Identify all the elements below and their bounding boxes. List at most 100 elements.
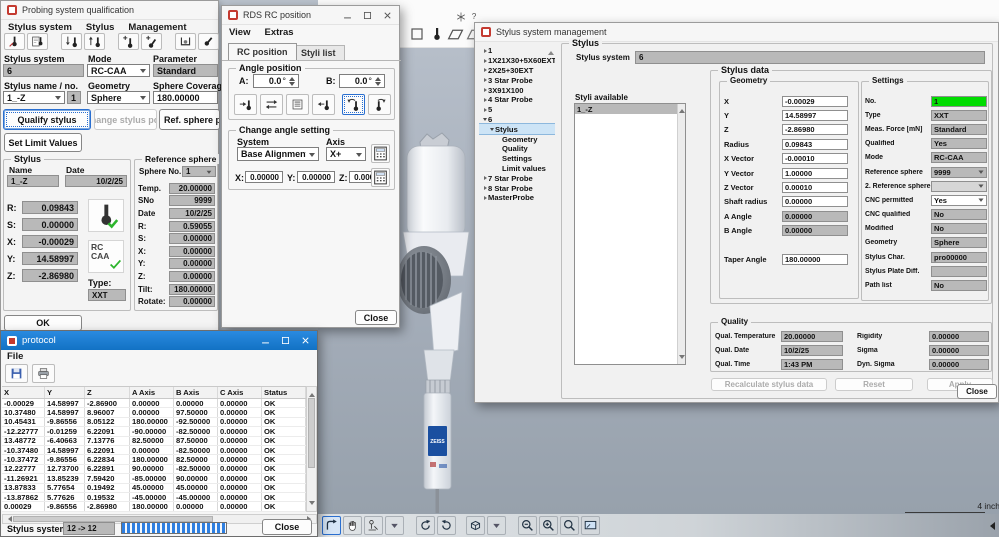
chevron-right-icon[interactable] bbox=[481, 98, 488, 102]
geometry-dropdown[interactable]: Sphere bbox=[87, 91, 150, 104]
tree-item-5[interactable]: 5 bbox=[479, 105, 555, 115]
close-button[interactable]: Close bbox=[957, 384, 997, 399]
table-row[interactable]: 13.48772-6.406637.1377682.5000087.500000… bbox=[2, 437, 306, 446]
x-field[interactable]: 0.00000 bbox=[245, 171, 283, 183]
chevron-right-icon[interactable] bbox=[481, 78, 488, 82]
spinner[interactable] bbox=[289, 74, 295, 88]
pan-button[interactable] bbox=[343, 516, 362, 535]
chevron-right-icon[interactable] bbox=[481, 108, 488, 112]
field-value[interactable]: 0.09843 bbox=[782, 139, 848, 150]
take-position-button[interactable] bbox=[312, 94, 335, 115]
tree-item-stylus[interactable]: Stylus bbox=[479, 124, 555, 134]
field-value[interactable]: -2.86980 bbox=[782, 124, 848, 135]
probe-icon[interactable] bbox=[429, 26, 445, 42]
collapse-left-icon[interactable] bbox=[986, 522, 995, 530]
asterisk-icon[interactable] bbox=[455, 11, 467, 23]
stylus-name-dropdown[interactable]: 1_-Z bbox=[3, 91, 65, 104]
tree-item-geometry[interactable]: Geometry bbox=[479, 134, 555, 144]
chevron-right-icon[interactable] bbox=[481, 176, 488, 180]
table-vscrollbar[interactable] bbox=[306, 386, 317, 512]
tree-item-limit-values[interactable]: Limit values bbox=[479, 164, 555, 174]
set-limit-values-button[interactable]: Set Limit Values bbox=[4, 133, 82, 152]
help-icon[interactable]: ? bbox=[468, 10, 480, 22]
ref-sphere-button[interactable] bbox=[175, 33, 196, 50]
chevron-down-icon[interactable] bbox=[481, 116, 488, 123]
b-angle-field[interactable]: 0.0° bbox=[339, 74, 385, 88]
tree-item-3x91x100[interactable]: 3X91X100 bbox=[479, 85, 555, 95]
column-header-b-axis[interactable]: B Axis bbox=[174, 387, 218, 398]
field-value[interactable]: 0.00000 bbox=[782, 196, 848, 207]
table-row[interactable]: 10.45431-9.865568.05122180.00000-92.5000… bbox=[2, 418, 306, 427]
titlebar[interactable]: Probing system qualification bbox=[1, 1, 218, 20]
tree-item-masterprobe[interactable]: MasterProbe bbox=[479, 193, 555, 203]
vscroll-thumb[interactable] bbox=[308, 398, 315, 468]
tree-item-settings[interactable]: Settings bbox=[479, 154, 555, 164]
qualify-stylus-button[interactable] bbox=[4, 33, 25, 50]
minimize-icon[interactable] bbox=[260, 335, 271, 346]
reset-button[interactable]: Reset bbox=[835, 378, 913, 391]
styli-available-list[interactable]: 1_-Z bbox=[574, 103, 686, 365]
menu-management[interactable]: Management bbox=[128, 22, 186, 33]
menu-extras[interactable]: Extras bbox=[264, 27, 293, 38]
chevron-right-icon[interactable] bbox=[481, 59, 488, 63]
mode-dropdown[interactable]: RC-CAA bbox=[87, 64, 150, 77]
save-button[interactable] bbox=[5, 364, 28, 383]
caret-down-button[interactable] bbox=[385, 516, 404, 535]
tree-item-1x21x30-5x60ext[interactable]: 1X21X30+5X60EXT bbox=[479, 56, 555, 66]
tree-item-quality[interactable]: Quality bbox=[479, 144, 555, 154]
table-row[interactable]: -10.37472-9.865566.22834180.0000082.5000… bbox=[2, 455, 306, 464]
menu-file[interactable]: File bbox=[7, 351, 23, 362]
scroll-left-icon[interactable] bbox=[5, 516, 12, 522]
tree-item-1[interactable]: 1 bbox=[479, 46, 555, 56]
qualify-stylus-button[interactable]: Qualify stylus bbox=[3, 109, 91, 130]
table-row[interactable]: -13.878625.776260.19532-45.00000-45.0000… bbox=[2, 493, 306, 502]
tree-item-3-star-probe[interactable]: 3 Star Probe bbox=[479, 75, 555, 85]
field-value[interactable]: 0.00010 bbox=[782, 182, 848, 193]
zoom-in-button[interactable] bbox=[539, 516, 558, 535]
fit-view-button[interactable] bbox=[581, 516, 600, 535]
field-value[interactable]: 14.58997 bbox=[782, 110, 848, 121]
table-row[interactable]: -0.0002914.58997-2.869000.000000.000000.… bbox=[2, 399, 306, 408]
sphere-coverage-field[interactable]: 180.00000 bbox=[153, 91, 218, 104]
minimize-icon[interactable] bbox=[342, 10, 353, 21]
chevron-right-icon[interactable] bbox=[481, 68, 488, 72]
menu-stylus-system[interactable]: Stylus system bbox=[8, 22, 72, 33]
close-icon[interactable] bbox=[300, 335, 311, 346]
tab-styli-list[interactable]: Styli list bbox=[292, 45, 345, 60]
rotate-ccw-button[interactable] bbox=[437, 516, 456, 535]
print-button[interactable] bbox=[32, 364, 55, 383]
field-value[interactable]: -0.00010 bbox=[782, 153, 848, 164]
field-value[interactable]: 180.00000 bbox=[782, 254, 848, 265]
table-row[interactable]: 13.878335.776540.1949245.0000045.000000.… bbox=[2, 484, 306, 493]
chevron-right-icon[interactable] bbox=[481, 88, 488, 92]
titlebar[interactable]: protocol bbox=[1, 331, 317, 350]
chevron-right-icon[interactable] bbox=[481, 49, 488, 53]
calculate-position-button[interactable] bbox=[371, 168, 390, 187]
scroll-up-icon[interactable] bbox=[309, 390, 315, 397]
scroll-up-icon[interactable] bbox=[679, 106, 685, 113]
axis-dropdown[interactable]: X+ bbox=[326, 147, 366, 161]
ref-sphere-position-button[interactable]: Ref. sphere position bbox=[159, 109, 220, 130]
column-header-y[interactable]: Y bbox=[45, 387, 85, 398]
stylus-angle-button[interactable] bbox=[198, 33, 219, 50]
list-scrollbar[interactable] bbox=[677, 104, 685, 364]
rotate-view-button[interactable] bbox=[322, 516, 341, 535]
stylus-report-button[interactable] bbox=[27, 33, 48, 50]
field-value[interactable]: Yes bbox=[931, 195, 987, 206]
column-header-a-axis[interactable]: A Axis bbox=[130, 387, 174, 398]
table-row[interactable]: 10.3748014.589978.960070.0000097.500000.… bbox=[2, 408, 306, 417]
titlebar[interactable]: Stylus system management bbox=[475, 23, 998, 42]
change-stylus-pos-button[interactable]: Change stylus pos. bbox=[94, 109, 157, 130]
rotate-probe-right-button[interactable] bbox=[368, 94, 391, 115]
scroll-down-icon[interactable] bbox=[679, 355, 685, 362]
column-header-status[interactable]: Status bbox=[262, 387, 306, 398]
titlebar[interactable]: RDS RC position bbox=[222, 6, 399, 25]
maximize-icon[interactable] bbox=[362, 10, 373, 21]
ok-button[interactable]: OK bbox=[4, 315, 82, 331]
view-cube-button[interactable] bbox=[466, 516, 485, 535]
stylus-lift-button[interactable] bbox=[84, 33, 105, 50]
sphere-no-dropdown[interactable]: 1 bbox=[182, 166, 216, 177]
goto-position-button[interactable] bbox=[234, 94, 257, 115]
a-angle-field[interactable]: 0.0° bbox=[253, 74, 299, 88]
table-row[interactable]: -11.2692113.852397.59420-85.0000090.0000… bbox=[2, 474, 306, 483]
